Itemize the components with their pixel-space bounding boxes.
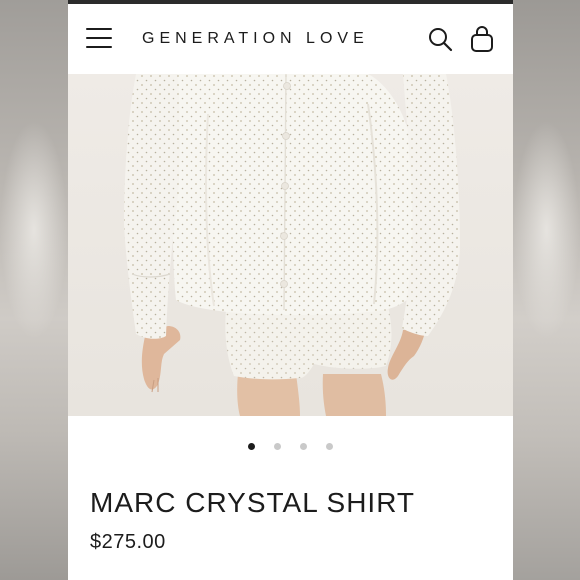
site-header: GENERATION LOVE [68,4,513,74]
phone-screen: GENERATION LOVE MARC CRYSTAL SHIRT $275.… [68,0,513,580]
carousel-dot[interactable] [326,443,333,450]
hamburger-menu-icon[interactable] [86,28,112,48]
carousel-dot[interactable] [248,443,255,450]
product-image[interactable] [68,74,513,416]
product-photo [68,74,513,416]
shopping-bag-icon[interactable] [470,25,494,53]
product-title: MARC CRYSTAL SHIRT [90,487,416,518]
search-icon[interactable] [427,26,453,52]
blurred-backdrop-left [0,0,68,580]
blurred-backdrop-right [513,0,580,580]
carousel-dot[interactable] [274,443,281,450]
product-price: $275.00 [90,531,166,553]
carousel-dots [68,443,513,453]
carousel-dot[interactable] [300,443,307,450]
brand-logo-text[interactable]: GENERATION LOVE [142,30,402,48]
